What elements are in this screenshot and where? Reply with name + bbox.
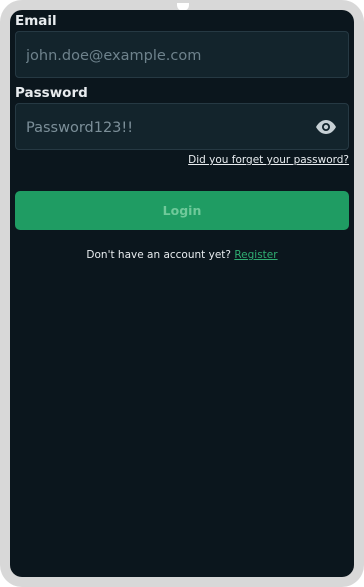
eye-icon[interactable] — [314, 116, 338, 138]
register-row: Don't have an account yet? Register — [10, 249, 354, 261]
email-field-container — [15, 31, 349, 79]
email-field[interactable] — [24, 32, 313, 79]
password-field-container — [15, 103, 349, 151]
device-frame: Email Password Did you forget your passw… — [0, 0, 364, 587]
forgot-password-link[interactable]: Did you forget your password? — [188, 154, 349, 166]
password-label: Password — [15, 85, 88, 101]
register-prompt: Don't have an account yet? — [86, 249, 231, 261]
login-button[interactable]: Login — [15, 191, 349, 230]
register-link[interactable]: Register — [234, 249, 277, 261]
login-screen: Email Password Did you forget your passw… — [10, 10, 354, 577]
email-label: Email — [15, 13, 57, 29]
password-field[interactable] — [24, 104, 313, 151]
